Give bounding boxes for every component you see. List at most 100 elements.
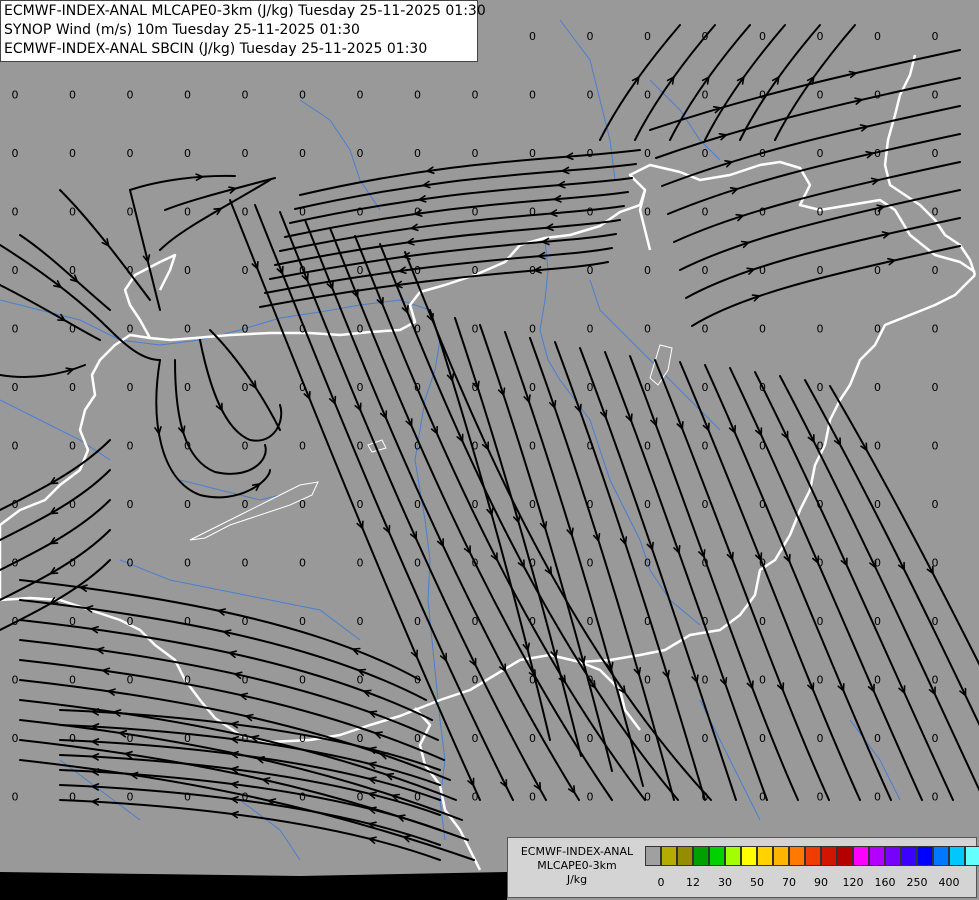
legend-tick-label: 12 <box>686 876 700 889</box>
sbcin-value: 0 <box>357 498 364 511</box>
sbcin-value: 0 <box>242 791 249 804</box>
sbcin-value: 0 <box>817 557 824 570</box>
sbcin-value: 0 <box>69 206 76 219</box>
sbcin-value: 0 <box>12 732 19 745</box>
legend-swatch <box>709 846 725 866</box>
sbcin-value: 0 <box>932 206 939 219</box>
sbcin-value: 0 <box>184 498 191 511</box>
sbcin-value: 0 <box>242 557 249 570</box>
sbcin-value: 0 <box>472 791 479 804</box>
sbcin-value: 0 <box>874 791 881 804</box>
sbcin-value: 0 <box>414 206 421 219</box>
sbcin-value: 0 <box>414 498 421 511</box>
sbcin-value: 0 <box>529 557 536 570</box>
sbcin-value: 0 <box>817 381 824 394</box>
sbcin-value: 0 <box>357 732 364 745</box>
legend-unit: J/kg <box>566 873 588 886</box>
sbcin-value: 0 <box>529 674 536 687</box>
sbcin-value: 0 <box>12 498 19 511</box>
sbcin-value: 0 <box>184 791 191 804</box>
sbcin-value: 0 <box>932 147 939 160</box>
legend-tick-label: 400 <box>938 876 960 889</box>
sbcin-value: 0 <box>299 264 306 277</box>
sbcin-value: 0 <box>12 147 19 160</box>
sbcin-value: 0 <box>242 264 249 277</box>
sbcin-value: 0 <box>587 440 594 453</box>
sbcin-value: 0 <box>759 498 766 511</box>
sbcin-value: 0 <box>357 557 364 570</box>
sbcin-value: 0 <box>817 89 824 102</box>
sbcin-value: 0 <box>242 440 249 453</box>
sbcin-value: 0 <box>242 89 249 102</box>
sbcin-value: 0 <box>472 147 479 160</box>
sbcin-value: 0 <box>299 615 306 628</box>
sbcin-value: 0 <box>644 323 651 336</box>
legend-swatch <box>725 846 741 866</box>
sbcin-value: 0 <box>472 615 479 628</box>
sbcin-value: 0 <box>12 381 19 394</box>
sbcin-value: 0 <box>299 381 306 394</box>
sbcin-value: 0 <box>299 498 306 511</box>
sbcin-value: 0 <box>299 323 306 336</box>
sbcin-value: 0 <box>644 89 651 102</box>
sbcin-value: 0 <box>242 381 249 394</box>
sbcin-value: 0 <box>759 674 766 687</box>
legend-tick-label: 90 <box>814 876 828 889</box>
legend-swatch <box>693 846 709 866</box>
sbcin-value: 0 <box>127 440 134 453</box>
sbcin-value: 0 <box>414 89 421 102</box>
legend: ECMWF-INDEX-ANAL MLCAPE0-3km J/kg 0 12 30 5… <box>507 837 979 898</box>
sbcin-value: 0 <box>127 732 134 745</box>
sbcin-value: 0 <box>472 557 479 570</box>
sbcin-value: 0 <box>357 674 364 687</box>
sbcin-value: 0 <box>184 615 191 628</box>
legend-swatch <box>885 846 901 866</box>
sbcin-value: 0 <box>414 264 421 277</box>
sbcin-value: 0 <box>299 440 306 453</box>
sbcin-value: 0 <box>357 264 364 277</box>
weather-map: 0 0 0 0 0 0 0 0 0 0 0 0 0 0 0 0 0 0 0 0 0 0 0 0 0 0 0 0 0 0 0 0 0 0 0 0 0 0 0 0… <box>0 0 979 900</box>
sbcin-value: 0 <box>12 557 19 570</box>
legend-tick-label: 50 <box>750 876 764 889</box>
sbcin-value: 0 <box>817 440 824 453</box>
sbcin-value: 0 <box>184 147 191 160</box>
sbcin-value: 0 <box>69 791 76 804</box>
sbcin-value: 0 <box>414 791 421 804</box>
sbcin-value: 0 <box>702 732 709 745</box>
sbcin-value: 0 <box>414 674 421 687</box>
sbcin-value: 0 <box>242 147 249 160</box>
sbcin-value: 0 <box>587 89 594 102</box>
sbcin-value: 0 <box>932 557 939 570</box>
sbcin-value: 0 <box>529 615 536 628</box>
sbcin-value: 0 <box>357 440 364 453</box>
sbcin-value: 0 <box>874 323 881 336</box>
sbcin-value: 0 <box>69 264 76 277</box>
legend-tick-label: 70 <box>782 876 796 889</box>
sbcin-value: 0 <box>69 323 76 336</box>
sbcin-value: 0 <box>529 147 536 160</box>
sbcin-value: 0 <box>472 381 479 394</box>
sbcin-value: 0 <box>299 732 306 745</box>
sbcin-value: 0 <box>414 147 421 160</box>
sbcin-value: 0 <box>874 264 881 277</box>
sbcin-value: 0 <box>357 147 364 160</box>
sbcin-value: 0 <box>874 381 881 394</box>
sbcin-value: 0 <box>357 206 364 219</box>
sbcin-value: 0 <box>184 381 191 394</box>
sbcin-value: 0 <box>472 440 479 453</box>
sbcin-value: 0 <box>644 674 651 687</box>
sbcin-value: 0 <box>702 89 709 102</box>
sbcin-value: 0 <box>472 323 479 336</box>
sbcin-value: 0 <box>817 498 824 511</box>
sbcin-value: 0 <box>69 732 76 745</box>
sbcin-value: 0 <box>644 147 651 160</box>
sbcin-value: 0 <box>932 323 939 336</box>
sbcin-value: 0 <box>529 89 536 102</box>
legend-swatch <box>805 846 821 866</box>
sbcin-value: 0 <box>759 264 766 277</box>
sbcin-value: 0 <box>242 615 249 628</box>
sbcin-value: 0 <box>242 498 249 511</box>
sbcin-value: 0 <box>702 30 709 43</box>
sbcin-value: 0 <box>587 264 594 277</box>
sbcin-value: 0 <box>874 615 881 628</box>
